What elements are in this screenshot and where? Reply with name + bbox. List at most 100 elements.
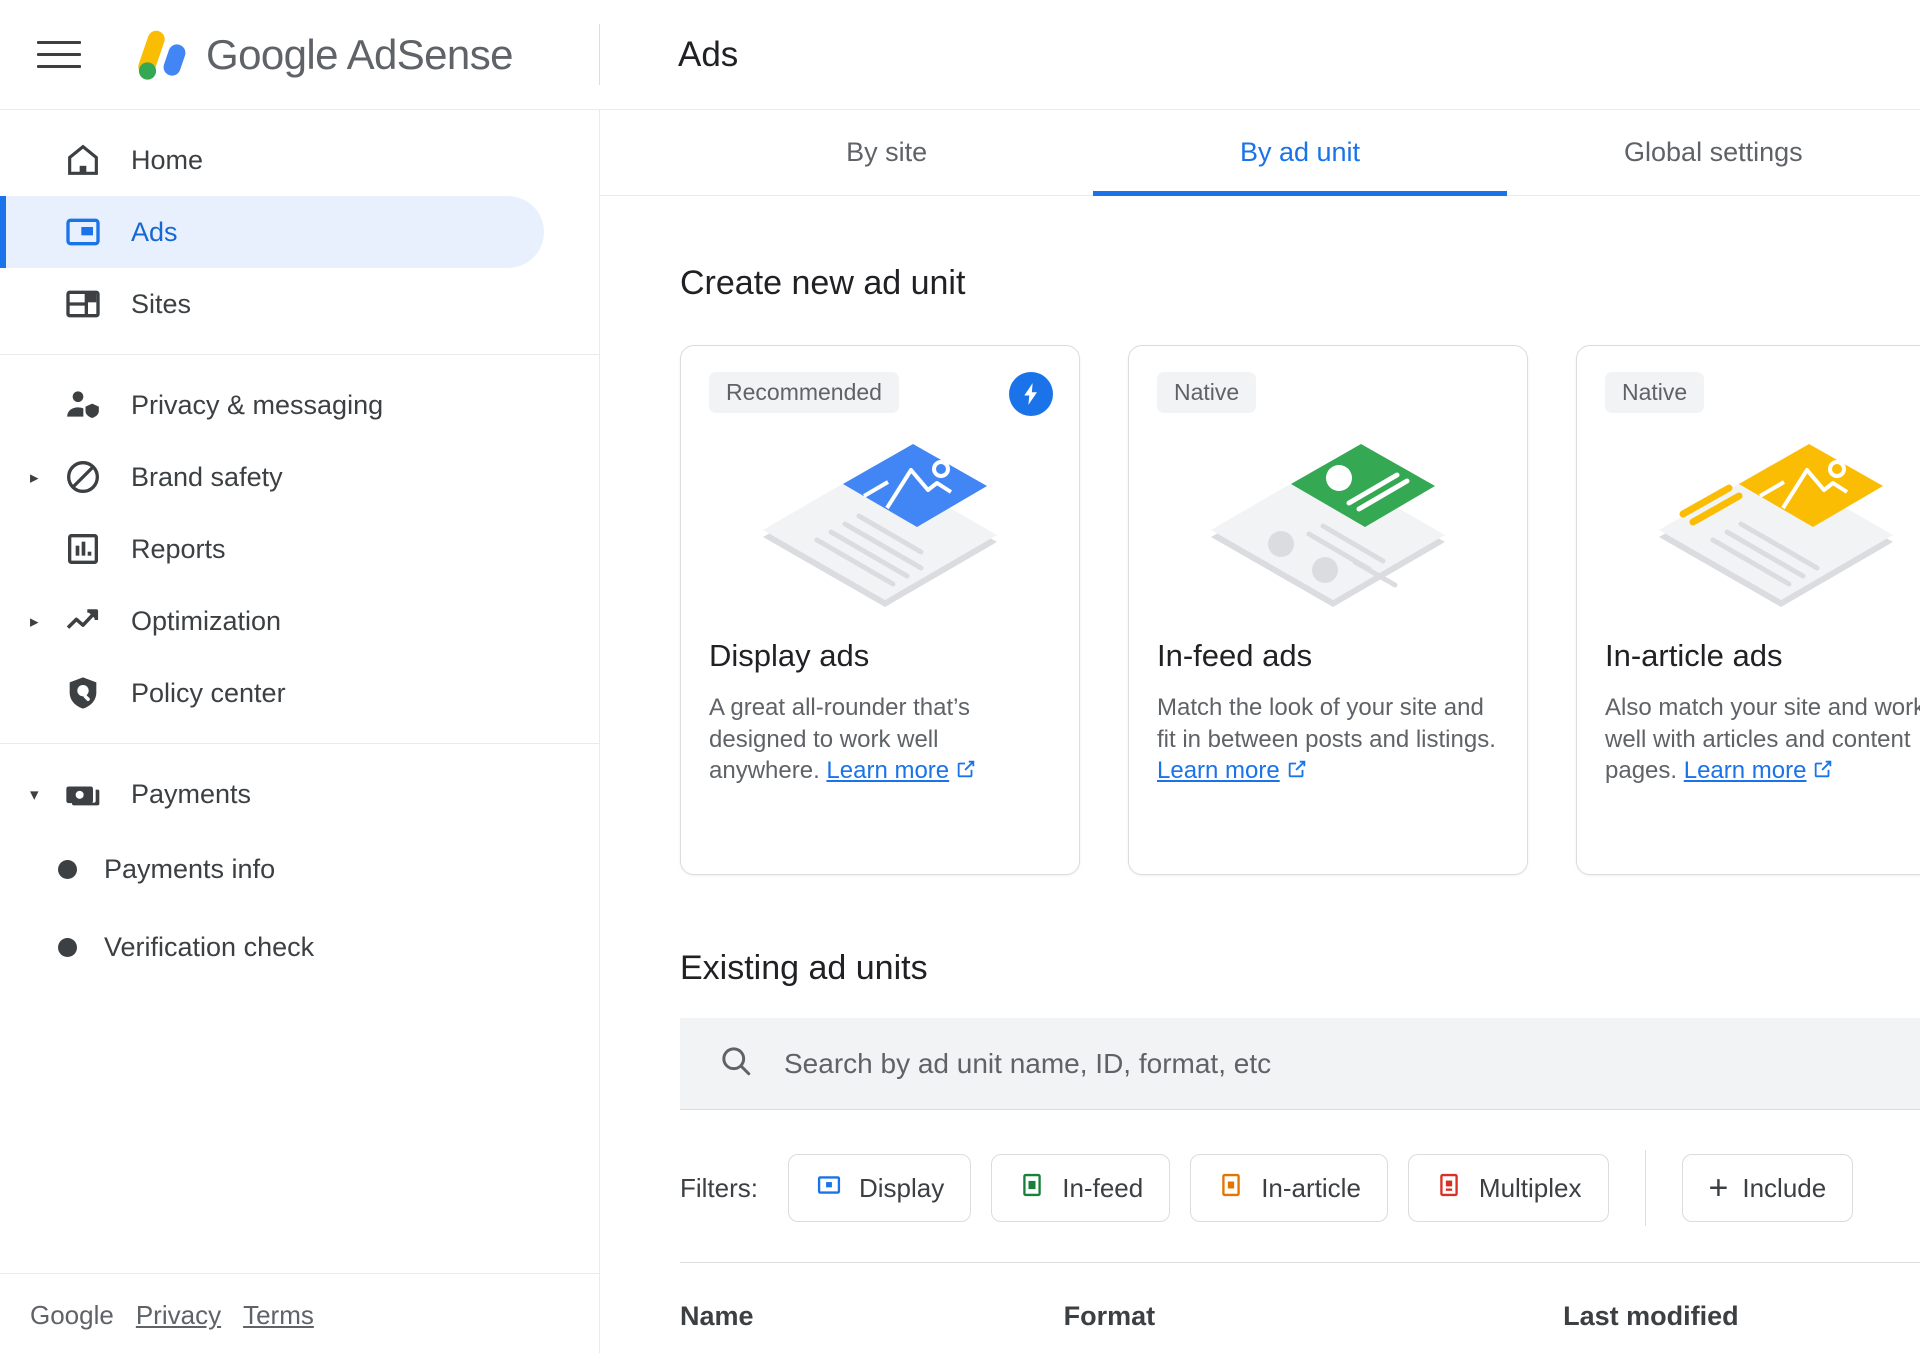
card-display-ads[interactable]: Recommended Display ads A great all-roun…: [680, 345, 1080, 875]
tab-label: By site: [846, 137, 928, 167]
sidebar-item-brand-safety[interactable]: ▸ Brand safety: [0, 441, 544, 513]
sidebar-group-payments: ▾ Payments Payments info Verification ch…: [0, 744, 599, 1000]
in-article-ads-isometric-icon: [1605, 417, 1920, 632]
sidebar-item-ads[interactable]: Ads: [0, 196, 544, 268]
sidebar-subitem-payments-info[interactable]: Payments info: [0, 830, 599, 908]
lightning-bolt-icon: [1009, 372, 1053, 416]
column-header-format[interactable]: Format: [1064, 1301, 1564, 1332]
topbar-brand-area: Google AdSense: [0, 0, 600, 109]
footer-google-label: Google: [30, 1300, 114, 1330]
topbar-divider: [599, 24, 600, 85]
add-filter-label: Include: [1742, 1172, 1827, 1203]
privacy-person-shield-icon: [60, 382, 106, 428]
sidebar-item-label: Optimization: [131, 605, 282, 636]
filters-label: Filters:: [680, 1172, 758, 1203]
hamburger-menu-icon[interactable]: [30, 26, 88, 84]
card-description: Also match your site and work well with …: [1605, 692, 1920, 789]
in-feed-ads-isometric-icon: [1157, 417, 1499, 632]
search-input[interactable]: Search by ad unit name, ID, format, etc: [680, 1018, 1920, 1110]
tab-bar: By site By ad unit Global settings: [600, 110, 1920, 196]
sidebar-subitem-verification-check[interactable]: Verification check: [0, 908, 599, 986]
card-tag-badge: Recommended: [709, 372, 899, 413]
filter-chip-multiplex[interactable]: Multiplex: [1407, 1154, 1609, 1222]
sidebar-item-label: Privacy & messaging: [131, 389, 384, 420]
external-link-icon[interactable]: [955, 757, 977, 789]
sidebar-subitem-label: Verification check: [104, 931, 315, 962]
column-header-name[interactable]: Name: [680, 1301, 1064, 1332]
filter-chip-label: Display: [859, 1172, 945, 1203]
card-in-feed-ads[interactable]: Native In-feed ads Match the look of you…: [1128, 345, 1528, 875]
existing-section-title: Existing ad units: [680, 949, 928, 987]
learn-more-link[interactable]: Learn more: [1157, 757, 1280, 784]
home-icon: [60, 137, 106, 183]
tab-label: By ad unit: [1239, 137, 1361, 167]
in-article-format-icon: [1217, 1171, 1245, 1206]
sidebar-subitem-label: Payments info: [104, 853, 276, 884]
sidebar-group-secondary: Privacy & messaging ▸ Brand safety Repor…: [0, 355, 599, 743]
block-circle-icon: [60, 454, 106, 500]
plus-icon: +: [1708, 1169, 1729, 1207]
ad-unit-type-cards: Recommended Display ads A great all-roun…: [680, 345, 1920, 875]
sidebar-item-label: Policy center: [131, 677, 286, 708]
filter-chip-label: In-article: [1261, 1172, 1361, 1203]
footer-terms-link[interactable]: Terms: [243, 1300, 314, 1331]
footer-privacy-link[interactable]: Privacy: [136, 1300, 221, 1331]
hamburger-line: [37, 53, 81, 56]
top-app-bar: Google AdSense Ads: [0, 0, 1920, 110]
chevron-right-icon[interactable]: ▸: [30, 613, 58, 630]
sidebar-group-primary: Home Ads Sites: [0, 110, 599, 354]
trending-up-icon: [60, 598, 106, 644]
sites-icon: [60, 281, 106, 327]
sidebar-item-optimization[interactable]: ▸ Optimization: [0, 585, 544, 657]
ad-units-table-header: Name Format Last modified: [680, 1262, 1920, 1332]
sidebar-footer: Google Privacy Terms: [0, 1273, 599, 1353]
hamburger-line: [37, 41, 81, 44]
external-link-icon[interactable]: [1812, 757, 1834, 789]
learn-more-link[interactable]: Learn more: [826, 757, 949, 784]
display-format-icon: [815, 1171, 843, 1206]
filters-divider: [1644, 1150, 1646, 1226]
filter-chip-in-feed[interactable]: In-feed: [991, 1154, 1171, 1222]
main-content: By site By ad unit Global settings Creat…: [600, 110, 1920, 1353]
sidebar-item-label: Payments: [131, 778, 252, 809]
sidebar-item-label: Reports: [131, 533, 226, 564]
card-in-article-ads[interactable]: Native In-article ads Also match your si…: [1576, 345, 1920, 875]
in-feed-format-icon: [1018, 1171, 1046, 1206]
search-placeholder: Search by ad unit name, ID, format, etc: [784, 1047, 1272, 1079]
sidebar-item-policy-center[interactable]: Policy center: [0, 657, 544, 729]
card-description: Match the look of your site and fit in b…: [1157, 692, 1499, 789]
adsense-app-window: Google AdSense Ads Home Ads Sites Privac…: [0, 0, 1920, 1353]
sidebar-item-payments[interactable]: ▾ Payments: [0, 758, 544, 830]
sidebar-item-privacy-messaging[interactable]: Privacy & messaging: [0, 369, 544, 441]
card-tag-badge: Native: [1157, 372, 1257, 413]
filters-row: Filters: Display In-feed In-article Mult…: [680, 1150, 1920, 1226]
body-row: Home Ads Sites Privacy & messaging ▸ Bra…: [0, 110, 1920, 1353]
sidebar-item-home[interactable]: Home: [0, 124, 544, 196]
bullet-icon: [30, 859, 104, 879]
hamburger-line: [37, 65, 81, 68]
filter-chip-in-article[interactable]: In-article: [1190, 1154, 1388, 1222]
sidebar-nav: Home Ads Sites Privacy & messaging ▸ Bra…: [0, 110, 600, 1353]
sidebar-item-reports[interactable]: Reports: [0, 513, 544, 585]
brand-name: Google AdSense: [206, 30, 513, 78]
external-link-icon[interactable]: [1286, 757, 1308, 789]
tab-by-ad-unit[interactable]: By ad unit: [1093, 110, 1507, 196]
sidebar-item-label: Home: [131, 144, 204, 175]
filter-chip-display[interactable]: Display: [788, 1154, 972, 1222]
display-ads-isometric-icon: [709, 417, 1051, 632]
tab-global-settings[interactable]: Global settings: [1507, 110, 1920, 195]
topbar-title-area: Ads: [600, 0, 1920, 109]
filter-chip-label: In-feed: [1062, 1172, 1144, 1203]
money-bill-icon: [60, 771, 106, 817]
ads-icon: [60, 209, 106, 255]
column-header-last-modified[interactable]: Last modified: [1563, 1301, 1920, 1332]
sidebar-item-sites[interactable]: Sites: [0, 268, 544, 340]
bar-chart-icon: [60, 526, 106, 572]
tab-by-site[interactable]: By site: [680, 110, 1093, 195]
learn-more-link[interactable]: Learn more: [1684, 757, 1807, 784]
add-filter-button[interactable]: + Include: [1681, 1154, 1854, 1222]
brand-logo-link[interactable]: Google AdSense: [126, 22, 513, 88]
chevron-right-icon[interactable]: ▸: [30, 469, 58, 486]
shield-search-icon: [60, 670, 106, 716]
chevron-down-icon[interactable]: ▾: [30, 786, 58, 803]
